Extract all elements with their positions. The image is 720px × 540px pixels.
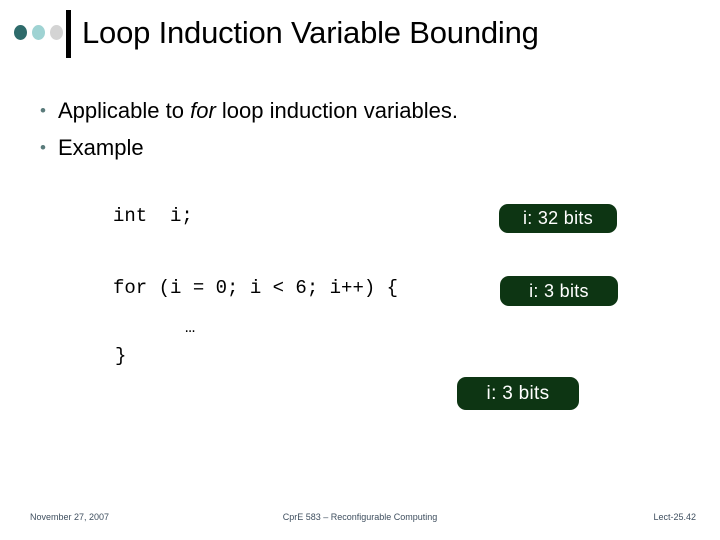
code-line-for-statement: for (i = 0; i < 6; i++) { <box>113 277 399 299</box>
list-item: • Applicable to for loop induction varia… <box>36 96 686 126</box>
bullet-text-suffix: loop induction variables. <box>215 98 458 123</box>
slide: Loop Induction Variable Bounding • Appli… <box>0 0 720 540</box>
decorative-dot-light-icon <box>32 25 45 40</box>
callout-badge-int-width: i: 32 bits <box>499 204 617 233</box>
page-title: Loop Induction Variable Bounding <box>82 15 539 50</box>
slide-header: Loop Induction Variable Bounding <box>0 0 720 70</box>
title-divider-rule <box>66 10 71 58</box>
code-line-declaration: int i; <box>113 205 193 227</box>
bullet-text-prefix: Example <box>58 135 144 160</box>
footer-lecture-number: Lect-25.42 <box>653 512 696 522</box>
bullet-list: • Applicable to for loop induction varia… <box>36 96 686 170</box>
decorative-dots <box>14 25 63 40</box>
slide-footer: November 27, 2007 CprE 583 – Reconfigura… <box>0 512 720 530</box>
code-block: int i; for (i = 0; i < 6; i++) { … } <box>113 205 398 367</box>
code-line-body-ellipsis: … <box>185 319 196 338</box>
bullet-marker-icon: • <box>40 138 46 157</box>
callout-badge-result-width: i: 3 bits <box>457 377 579 410</box>
code-line-closing-brace: } <box>115 345 127 367</box>
bullet-text-prefix: Applicable to <box>58 98 191 123</box>
decorative-dot-gray-icon <box>50 25 63 40</box>
bullet-text: Example <box>58 133 144 163</box>
callout-badge-loop-width: i: 3 bits <box>500 276 618 306</box>
decorative-dot-dark-icon <box>14 25 27 40</box>
footer-course: CprE 583 – Reconfigurable Computing <box>282 512 438 522</box>
bullet-text: Applicable to for loop induction variabl… <box>58 96 458 126</box>
bullet-text-emphasis: for <box>190 98 216 123</box>
list-item: • Example <box>36 133 686 163</box>
bullet-marker-icon: • <box>40 101 46 120</box>
